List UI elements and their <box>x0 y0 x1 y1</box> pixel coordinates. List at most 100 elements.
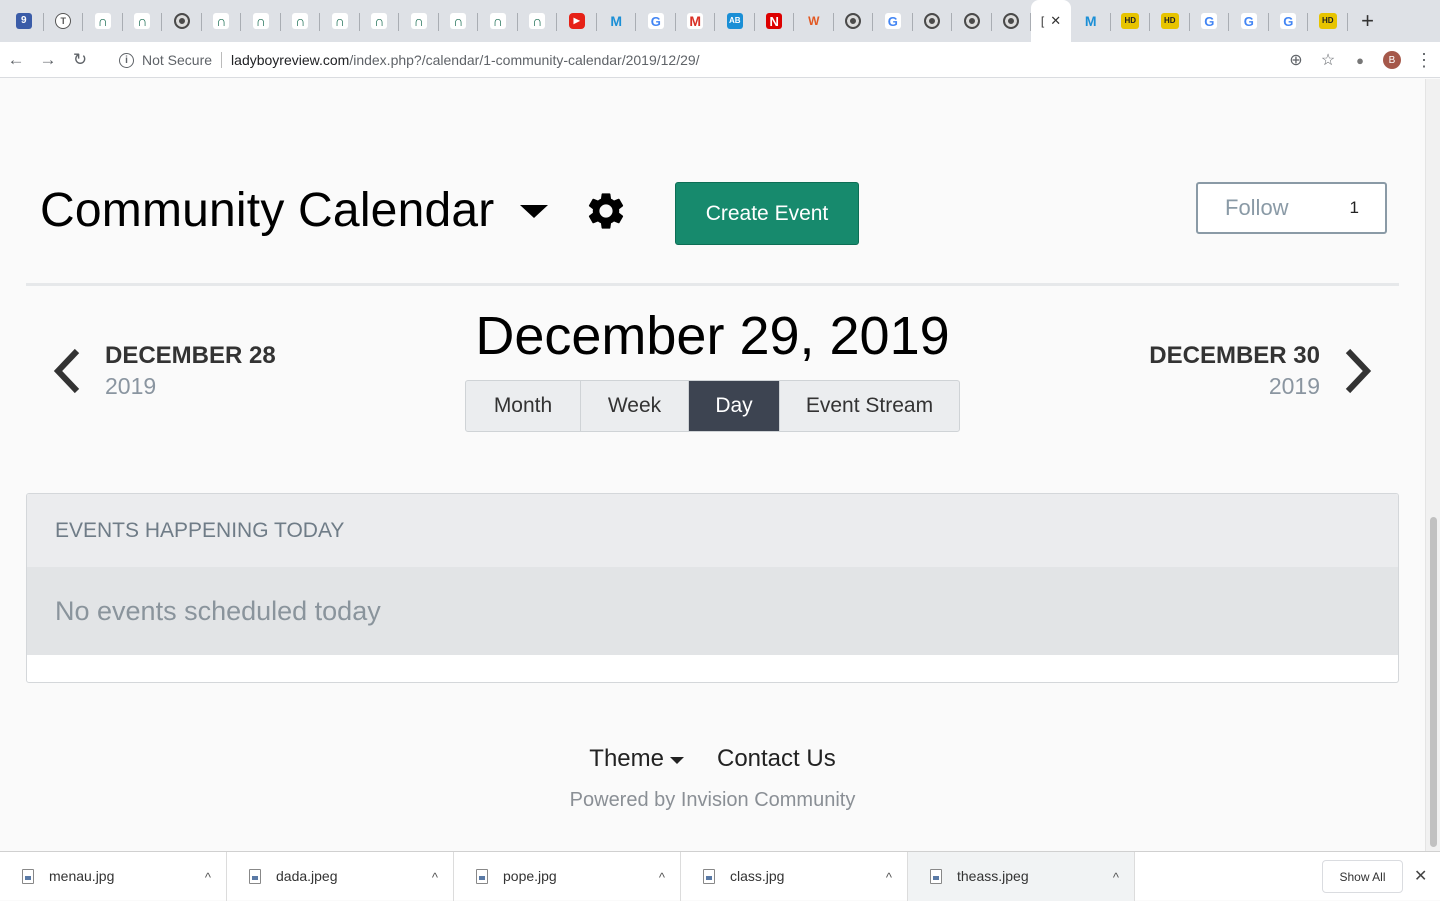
browser-tab[interactable]: ∩ <box>241 0 281 42</box>
chevron-up-icon[interactable]: ^ <box>886 870 892 885</box>
browser-menu-icon[interactable]: ⋮ <box>1408 42 1440 78</box>
browser-tab[interactable]: ∩ <box>478 0 518 42</box>
address-separator <box>221 52 223 68</box>
page-icon: [ <box>1040 14 1045 28</box>
browser-tab[interactable]: 9 <box>4 0 44 42</box>
next-day-link[interactable]: DECEMBER 30 <box>1149 342 1320 370</box>
hd-logo-icon: HD <box>1160 13 1179 29</box>
green-logo-icon: ∩ <box>410 13 427 29</box>
view-tab-week[interactable]: Week <box>581 381 689 431</box>
browser-tab[interactable]: ∩ <box>360 0 400 42</box>
browser-tab[interactable]: HD <box>1150 0 1190 42</box>
back-button[interactable]: ← <box>0 42 32 78</box>
close-icon[interactable]: ✕ <box>1414 866 1427 886</box>
w-logo-icon: W <box>808 14 820 28</box>
page-scrollbar[interactable] <box>1425 79 1440 851</box>
profile-button[interactable]: B <box>1376 42 1408 78</box>
chevron-up-icon[interactable]: ^ <box>659 870 665 885</box>
browser-tab[interactable]: G <box>636 0 676 42</box>
download-item[interactable]: theass.jpeg ^ <box>908 851 1135 901</box>
browser-tab[interactable]: HD <box>1308 0 1348 42</box>
forward-arrow-icon: → <box>39 49 57 69</box>
browser-tab[interactable]: ▶ <box>557 0 597 42</box>
browser-tab[interactable]: ∩ <box>202 0 242 42</box>
reload-icon: ↻ <box>72 49 88 69</box>
browser-tab[interactable]: ∩ <box>399 0 439 42</box>
browser-tab[interactable]: G <box>1190 0 1230 42</box>
url-host: ladyboyreview.com <box>231 52 350 68</box>
browser-tab[interactable]: ∩ <box>123 0 163 42</box>
view-tab-month[interactable]: Month <box>466 381 581 431</box>
extension-icon[interactable]: ● <box>1344 42 1376 78</box>
show-all-downloads-button[interactable]: Show All <box>1322 860 1403 893</box>
gear-icon[interactable] <box>584 189 628 233</box>
download-item[interactable]: dada.jpeg ^ <box>227 851 454 901</box>
browser-tab[interactable] <box>834 0 874 42</box>
prev-day-year[interactable]: 2019 <box>105 373 156 400</box>
t-circle-icon: T <box>55 13 72 29</box>
browser-tab[interactable]: ∩ <box>83 0 123 42</box>
chevron-up-icon[interactable]: ^ <box>205 870 211 885</box>
powered-by-link[interactable]: Powered by Invision Community <box>0 789 1425 812</box>
ab-logo-icon: AB <box>726 13 743 29</box>
download-item[interactable]: class.jpg ^ <box>681 851 908 901</box>
create-event-button[interactable]: Create Event <box>675 182 859 245</box>
reload-button[interactable]: ↻ <box>64 42 96 78</box>
address-bar[interactable]: i Not Secure ladyboyreview.com/index.php… <box>108 45 1318 75</box>
globe-icon <box>845 13 862 29</box>
browser-tab[interactable] <box>162 0 202 42</box>
google-icon: G <box>647 13 664 29</box>
browser-tab[interactable]: N <box>755 0 795 42</box>
chevron-up-icon[interactable]: ^ <box>1113 870 1119 885</box>
events-heading: EVENTS HAPPENING TODAY <box>27 494 1398 567</box>
browser-tab-active[interactable]: [✕ <box>1031 0 1071 42</box>
next-day-year[interactable]: 2019 <box>1269 373 1320 400</box>
back-arrow-icon: ← <box>7 49 25 69</box>
follow-button[interactable]: Follow 1 <box>1196 182 1387 234</box>
browser-tab[interactable]: ∩ <box>439 0 479 42</box>
view-tab-event-stream[interactable]: Event Stream <box>780 381 959 431</box>
not-secure-label: Not Secure <box>142 52 213 68</box>
chevron-up-icon[interactable]: ^ <box>432 870 438 885</box>
m-logo-icon: M <box>1084 13 1097 29</box>
globe-icon <box>963 13 980 29</box>
browser-tab[interactable]: M <box>676 0 716 42</box>
follow-count: 1 <box>1349 198 1359 217</box>
browser-tab[interactable]: M <box>1071 0 1111 42</box>
info-icon[interactable]: i <box>119 52 134 68</box>
download-filename: pope.jpg <box>503 868 557 884</box>
green-logo-icon: ∩ <box>371 13 388 29</box>
browser-tab[interactable] <box>913 0 953 42</box>
browser-tab[interactable]: ∩ <box>281 0 321 42</box>
browser-tab[interactable]: ∩ <box>320 0 360 42</box>
browser-tab[interactable]: M <box>597 0 637 42</box>
browser-tab[interactable]: ∩ <box>518 0 558 42</box>
netflix-icon: N <box>766 13 783 29</box>
browser-tab[interactable]: HD <box>1111 0 1151 42</box>
bookmark-star-icon[interactable]: ☆ <box>1312 42 1344 78</box>
browser-tab[interactable] <box>952 0 992 42</box>
green-logo-icon: ∩ <box>450 13 467 29</box>
new-tab-button[interactable]: + <box>1348 0 1388 42</box>
chevron-right-icon[interactable] <box>1343 347 1373 395</box>
download-item[interactable]: menau.jpg ^ <box>0 851 227 901</box>
green-logo-icon: ∩ <box>331 13 348 29</box>
view-tab-day[interactable]: Day <box>689 381 780 431</box>
browser-tab[interactable]: G <box>1269 0 1309 42</box>
download-item[interactable]: pope.jpg ^ <box>454 851 681 901</box>
zoom-icon[interactable]: ⊕ <box>1280 42 1312 78</box>
scrollbar-thumb[interactable] <box>1430 517 1437 847</box>
browser-tab[interactable]: T <box>44 0 84 42</box>
tab-close-icon[interactable]: ✕ <box>1050 13 1061 29</box>
view-switcher: Month Week Day Event Stream <box>465 380 960 432</box>
browser-tab[interactable] <box>992 0 1032 42</box>
contact-us-link[interactable]: Contact Us <box>717 745 836 773</box>
calendar-dropdown-caret-icon[interactable] <box>520 205 548 218</box>
browser-tab[interactable]: G <box>873 0 913 42</box>
browser-tab[interactable]: G <box>1229 0 1269 42</box>
forward-button[interactable]: → <box>32 42 64 78</box>
theme-menu[interactable]: Theme <box>589 745 684 773</box>
browser-tab[interactable]: AB <box>715 0 755 42</box>
browser-tab[interactable]: W <box>794 0 834 42</box>
events-empty-message: No events scheduled today <box>27 567 1398 655</box>
